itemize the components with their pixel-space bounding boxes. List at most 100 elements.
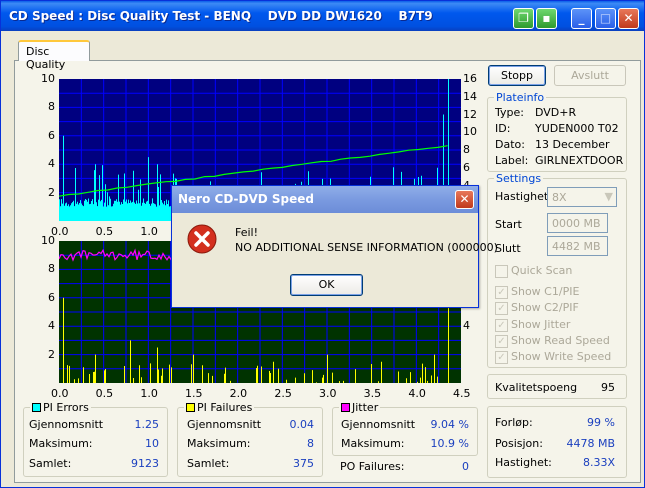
y2-tick-label: 14 — [463, 89, 477, 103]
speed-label: Hastighet — [495, 190, 549, 203]
y-tick-label: 8 — [48, 100, 55, 114]
y2-tick-label: 16 — [463, 72, 477, 85]
disc-info-title: Plateinfo — [494, 91, 547, 104]
y-tick-label: 2 — [48, 185, 55, 199]
tab-disc-quality[interactable]: Disc Quality — [18, 40, 90, 71]
dialog-message-title: Feil! — [235, 226, 259, 239]
pi-failures-max-value: 8 — [307, 437, 314, 450]
po-failures-value: 0 — [462, 460, 469, 473]
end-input: 4482 MB — [547, 236, 608, 256]
position-label: Posisjon: — [495, 437, 543, 450]
y-tick-label: 4 — [48, 319, 55, 333]
jitter-legend: Jitter — [339, 401, 381, 414]
speed-select: 8X ▼ — [547, 187, 617, 207]
y-tick-label: 8 — [48, 262, 55, 276]
dialog-close-icon[interactable]: ✕ — [455, 190, 474, 209]
copy-icon[interactable]: ❐ — [513, 8, 534, 29]
quality-score-label: Kvalitetspoeng — [495, 381, 578, 394]
y2-tick-label: 10 — [463, 125, 477, 139]
dialog-title: Nero CD-DVD Speed — [178, 192, 314, 206]
x-tick-label: 0.0 — [51, 387, 69, 400]
x-tick-label: 3.0 — [319, 387, 337, 400]
jitter-group: Jitter Gjennomsnitt 9.04 % Maksimum: 10.… — [332, 401, 478, 456]
pi-failures-avg-label: Gjennomsnitt — [187, 418, 262, 431]
y2-tick-label: 4 — [463, 319, 470, 333]
pi-failures-avg-value: 0.04 — [289, 418, 315, 431]
x-tick-label: 0.5 — [95, 387, 114, 400]
x-tick-label: 2.5 — [274, 387, 292, 400]
po-failures-label: PO Failures: — [340, 460, 405, 473]
pi-failures-total-label: Samlet: — [187, 457, 230, 470]
minimize-button[interactable]: _ — [571, 8, 592, 29]
main-window: CD Speed : Disc Quality Test - BENQ DVD … — [0, 0, 645, 488]
x-tick-label: 1.0 — [140, 225, 158, 238]
pi-errors-legend: PI Errors — [30, 401, 91, 414]
progress-value: 99 % — [587, 416, 615, 429]
chevron-down-icon: ▼ — [604, 190, 613, 203]
type-value: DVD+R — [535, 106, 577, 119]
pi-failures-total-value: 375 — [293, 457, 314, 470]
settings-group: Settings Hastighet 8X ▼ Start 0000 MB Slu… — [487, 172, 627, 368]
stop-button[interactable]: Stopp — [488, 65, 546, 86]
pi-errors-max-label: Maksimum: — [29, 437, 93, 450]
x-tick-label: 3.5 — [363, 387, 382, 400]
date-label: Dato: — [495, 138, 525, 151]
quality-score-value: 95 — [601, 381, 615, 394]
label-label: Label: — [495, 154, 529, 167]
date-value: 13 December — [535, 138, 610, 151]
close-button[interactable]: ✕ — [618, 8, 639, 29]
disc-info-group: Plateinfo Type: DVD+R ID: YUDEN000 T02 D… — [487, 91, 627, 172]
x-tick-label: 4.5 — [453, 387, 471, 400]
y-tick-label: 6 — [48, 290, 55, 304]
x-tick-label: 1.5 — [185, 387, 203, 400]
y-tick-label: 4 — [48, 157, 55, 171]
current-speed-value: 8.33X — [582, 456, 615, 469]
y2-tick-label: 6 — [463, 160, 470, 174]
x-tick-label: 4.0 — [408, 387, 426, 400]
id-value: YUDEN000 T02 — [535, 122, 619, 135]
x-tick-label: 2.0 — [229, 387, 248, 400]
pi-failures-swatch-icon — [186, 403, 195, 412]
x-tick-label: 1.0 — [140, 387, 158, 400]
jitter-avg-value: 9.04 % — [430, 418, 469, 431]
id-label: ID: — [495, 122, 511, 135]
pi-errors-group: PI Errors Gjennomsnitt 1.25 Maksimum: 10… — [23, 401, 168, 477]
dialog-message: NO ADDITIONAL SENSE INFORMATION (000000) — [235, 241, 498, 254]
maximize-button[interactable]: □ — [595, 8, 616, 29]
label-value: GIRLNEXTDOOR — [535, 154, 624, 167]
y2-tick-label: 8 — [463, 143, 470, 156]
progress-group: Forløp: 99 % Posisjon: 4478 MB Hastighet… — [487, 406, 627, 478]
y-tick-label: 2 — [48, 347, 55, 361]
save-icon[interactable]: ▪ — [536, 8, 557, 29]
quality-score-group: Kvalitetspoeng 95 — [487, 374, 627, 399]
pi-failures-group: PI Failures Gjennomsnitt 0.04 Maksimum: … — [177, 401, 323, 477]
settings-title: Settings — [494, 172, 544, 185]
x-tick-label: 0.5 — [95, 225, 114, 238]
y-tick-label: 6 — [48, 128, 55, 142]
progress-label: Forløp: — [495, 416, 533, 429]
y-tick-label: 10 — [41, 72, 55, 85]
jitter-avg-label: Gjennomsnitt — [341, 418, 416, 431]
pi-errors-avg-value: 1.25 — [134, 418, 160, 431]
pi-errors-swatch-icon — [32, 403, 41, 412]
end-label: Slutt — [495, 242, 521, 255]
start-label: Start — [495, 218, 522, 231]
start-input: 0000 MB — [547, 213, 608, 233]
ok-button[interactable]: OK — [290, 274, 363, 296]
pi-failures-max-label: Maksimum: — [187, 437, 251, 450]
type-label: Type: — [495, 106, 524, 119]
error-icon — [187, 224, 217, 254]
jitter-max-value: 10.9 % — [430, 437, 469, 450]
dialog-title-bar[interactable]: Nero CD-DVD Speed ✕ — [172, 186, 478, 213]
pi-failures-legend: PI Failures — [184, 401, 255, 414]
title-bar[interactable]: CD Speed : Disc Quality Test - BENQ DVD … — [1, 1, 644, 31]
position-value: 4478 MB — [566, 437, 615, 450]
pi-errors-total-label: Samlet: — [29, 457, 72, 470]
error-dialog: Nero CD-DVD Speed ✕ Feil! NO ADDITIONAL … — [171, 185, 498, 308]
window-title: CD Speed : Disc Quality Test - BENQ DVD … — [9, 9, 433, 23]
pi-errors-avg-label: Gjennomsnitt — [29, 418, 104, 431]
pi-errors-total-value: 9123 — [131, 457, 159, 470]
pi-errors-max-value: 10 — [145, 437, 159, 450]
jitter-swatch-icon — [341, 403, 350, 412]
y-tick-label: 10 — [41, 234, 55, 247]
